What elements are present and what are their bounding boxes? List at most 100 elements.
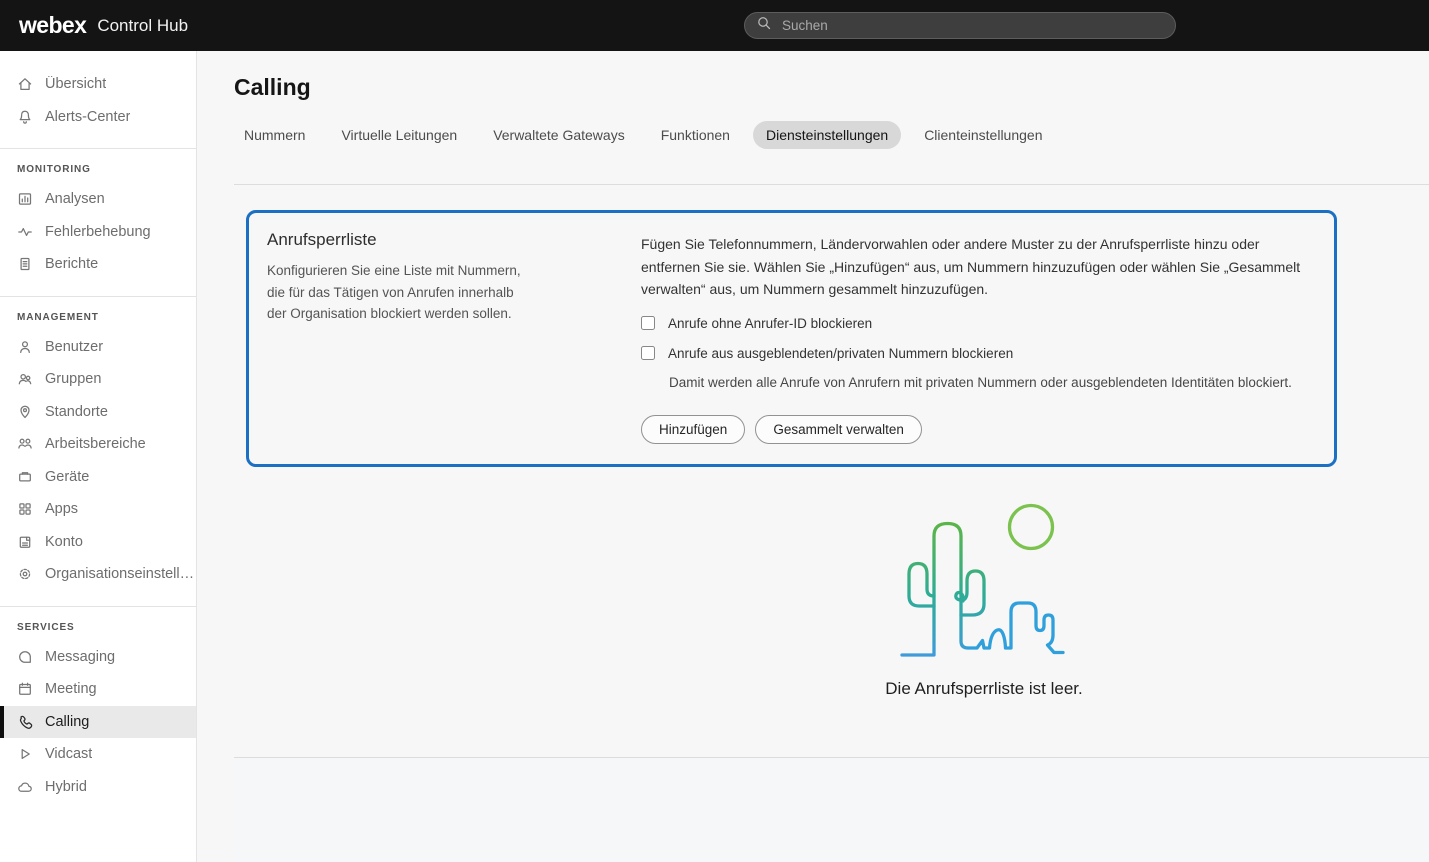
sidebar-divider bbox=[0, 606, 196, 607]
webex-logo: webex bbox=[19, 12, 86, 39]
sidebar-item-label: Hybrid bbox=[45, 779, 87, 795]
sidebar-item-berichte[interactable]: Berichte bbox=[0, 248, 196, 281]
search-icon bbox=[756, 15, 772, 36]
panel-instructions: Fügen Sie Telefonnummern, Ländervorwahle… bbox=[641, 233, 1301, 301]
checkbox-label: Anrufe ohne Anrufer-ID blockieren bbox=[668, 316, 872, 331]
desert-cactus-illustration bbox=[894, 494, 1074, 662]
sidebar-item-standorte[interactable]: Standorte bbox=[0, 396, 196, 429]
workspaces-icon bbox=[17, 436, 33, 452]
sidebar-item-label: Calling bbox=[45, 714, 89, 730]
main-content: Calling Nummern Virtuelle Leitungen Verw… bbox=[197, 51, 1429, 862]
add-button[interactable]: Hinzufügen bbox=[641, 415, 745, 444]
footer-background bbox=[234, 758, 1429, 862]
sidebar-item-label: Alerts-Center bbox=[45, 109, 130, 125]
empty-state-message: Die Anrufsperrliste ist leer. bbox=[819, 679, 1149, 699]
sidebar-item-label: Konto bbox=[45, 534, 83, 550]
sidebar-navigation: Übersicht Alerts-Center MONITORING Analy… bbox=[0, 51, 197, 862]
account-icon bbox=[17, 534, 33, 550]
tab-verwaltete-gateways[interactable]: Verwaltete Gateways bbox=[480, 121, 638, 149]
sidebar-item-hybrid[interactable]: Hybrid bbox=[0, 771, 196, 804]
sidebar-section-services: SERVICES bbox=[0, 622, 196, 641]
sidebar-item-vidcast[interactable]: Vidcast bbox=[0, 738, 196, 771]
location-pin-icon bbox=[17, 404, 33, 420]
sidebar-item-label: Benutzer bbox=[45, 339, 103, 355]
content-divider-top bbox=[234, 184, 1429, 185]
checkbox-block-hidden-numbers[interactable] bbox=[641, 346, 655, 360]
bell-icon bbox=[17, 109, 33, 125]
tab-clienteinstellungen[interactable]: Clienteinstellungen bbox=[911, 121, 1055, 149]
user-icon bbox=[17, 339, 33, 355]
troubleshooting-pulse-icon bbox=[17, 224, 33, 240]
tab-bar: Nummern Virtuelle Leitungen Verwaltete G… bbox=[231, 121, 1429, 149]
panel-button-row: Hinzufügen Gesammelt verwalten bbox=[641, 415, 1314, 444]
sidebar-item-gruppen[interactable]: Gruppen bbox=[0, 363, 196, 396]
sidebar-divider bbox=[0, 296, 196, 297]
panel-right-column: Fügen Sie Telefonnummern, Ländervorwahle… bbox=[641, 230, 1314, 444]
sidebar-item-messaging[interactable]: Messaging bbox=[0, 641, 196, 674]
sidebar-item-calling[interactable]: Calling bbox=[0, 706, 196, 739]
sidebar-item-label: Übersicht bbox=[45, 76, 106, 92]
page-title: Calling bbox=[234, 74, 1429, 101]
sidebar-item-label: Arbeitsbereiche bbox=[45, 436, 146, 452]
sidebar-item-label: Apps bbox=[45, 501, 78, 517]
sidebar-item-label: Gruppen bbox=[45, 371, 101, 387]
sidebar-item-label: Standorte bbox=[45, 404, 108, 420]
sidebar-item-label: Messaging bbox=[45, 649, 115, 665]
checkbox-row-block-no-caller-id[interactable]: Anrufe ohne Anrufer-ID blockieren bbox=[641, 316, 1314, 331]
cactus-left-arm bbox=[909, 563, 934, 606]
panel-title: Anrufsperrliste bbox=[267, 230, 641, 250]
sidebar-item-uebersicht[interactable]: Übersicht bbox=[0, 68, 196, 101]
cloud-icon bbox=[17, 779, 33, 795]
sidebar-item-label: Vidcast bbox=[45, 746, 92, 762]
play-icon bbox=[17, 746, 33, 762]
sidebar-item-label: Geräte bbox=[45, 469, 89, 485]
panel-description: Konfigurieren Sie eine Liste mit Nummern… bbox=[267, 260, 527, 325]
sidebar-item-label: Meeting bbox=[45, 681, 97, 697]
sidebar-item-organisationseinstellungen[interactable]: Organisationseinstellun... bbox=[0, 558, 196, 591]
sidebar-section-management: MANAGEMENT bbox=[0, 312, 196, 331]
gear-icon bbox=[17, 566, 33, 582]
tab-nummern[interactable]: Nummern bbox=[231, 121, 318, 149]
sidebar-item-konto[interactable]: Konto bbox=[0, 526, 196, 559]
users-icon bbox=[17, 371, 33, 387]
chat-bubble-icon bbox=[17, 649, 33, 665]
checkbox-row-block-hidden-numbers[interactable]: Anrufe aus ausgeblendeten/privaten Numme… bbox=[641, 346, 1314, 361]
sidebar-item-arbeitsbereiche[interactable]: Arbeitsbereiche bbox=[0, 428, 196, 461]
tab-diensteinstellungen[interactable]: Diensteinstellungen bbox=[753, 121, 901, 149]
global-search[interactable] bbox=[744, 12, 1176, 39]
checkbox-helper-text: Damit werden alle Anrufe von Anrufern mi… bbox=[669, 375, 1314, 390]
sidebar-item-geraete[interactable]: Geräte bbox=[0, 461, 196, 494]
reports-icon bbox=[17, 256, 33, 272]
checkbox-block-no-caller-id[interactable] bbox=[641, 316, 655, 330]
brand-logo[interactable]: webex Control Hub bbox=[19, 0, 188, 51]
apps-grid-icon bbox=[17, 501, 33, 517]
panel-left-column: Anrufsperrliste Konfigurieren Sie eine L… bbox=[267, 230, 641, 444]
call-block-list-panel: Anrufsperrliste Konfigurieren Sie eine L… bbox=[246, 210, 1337, 467]
sidebar-item-label: Berichte bbox=[45, 256, 98, 272]
empty-state: Die Anrufsperrliste ist leer. bbox=[819, 494, 1149, 699]
sun-icon bbox=[1010, 505, 1053, 548]
top-header-bar: webex Control Hub bbox=[0, 0, 1429, 51]
tab-virtuelle-leitungen[interactable]: Virtuelle Leitungen bbox=[328, 121, 470, 149]
sidebar-item-analysen[interactable]: Analysen bbox=[0, 183, 196, 216]
sidebar-item-meeting[interactable]: Meeting bbox=[0, 673, 196, 706]
bulk-manage-button[interactable]: Gesammelt verwalten bbox=[755, 415, 922, 444]
search-input[interactable] bbox=[780, 17, 1164, 34]
sidebar-item-benutzer[interactable]: Benutzer bbox=[0, 331, 196, 364]
devices-icon bbox=[17, 469, 33, 485]
sidebar-item-label: Fehlerbehebung bbox=[45, 224, 151, 240]
sidebar-divider bbox=[0, 148, 196, 149]
checkbox-label: Anrufe aus ausgeblendeten/privaten Numme… bbox=[668, 346, 1013, 361]
sidebar-item-fehlerbehebung[interactable]: Fehlerbehebung bbox=[0, 216, 196, 249]
home-icon bbox=[17, 76, 33, 92]
tab-funktionen[interactable]: Funktionen bbox=[648, 121, 743, 149]
sidebar-section-monitoring: MONITORING bbox=[0, 164, 196, 183]
sidebar-item-apps[interactable]: Apps bbox=[0, 493, 196, 526]
cactus-stem bbox=[902, 523, 968, 655]
sidebar-item-label: Analysen bbox=[45, 191, 105, 207]
sidebar-item-label: Organisationseinstellun... bbox=[45, 566, 195, 582]
sidebar-item-alerts-center[interactable]: Alerts-Center bbox=[0, 101, 196, 134]
calendar-icon bbox=[17, 681, 33, 697]
phone-icon bbox=[17, 714, 33, 730]
analytics-icon bbox=[17, 191, 33, 207]
